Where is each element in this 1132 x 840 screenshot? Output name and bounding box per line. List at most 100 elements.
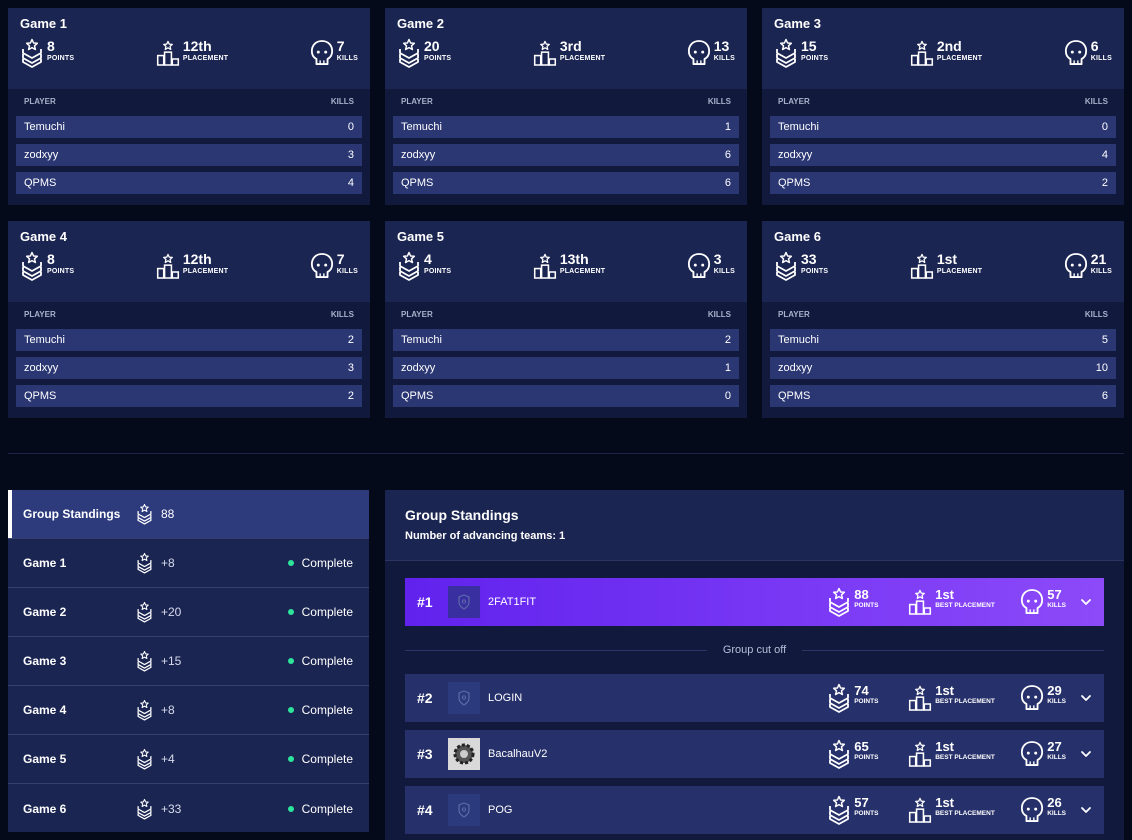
points-stat-label: POINTS (424, 268, 452, 275)
team-best-placement-text: 1st BEST PLACEMENT (935, 683, 995, 705)
placement-stat: 12th PLACEMENT (156, 251, 228, 291)
team-points-label: POINTS (854, 698, 879, 705)
status-dot-icon (287, 756, 294, 762)
status-dot-icon (287, 609, 294, 615)
points-icon (136, 797, 153, 821)
table-row: Temuchi 0 (770, 116, 1116, 138)
player-name: QPMS (401, 390, 434, 402)
team-kills-label: KILLS (1047, 602, 1066, 609)
team-kills-label: KILLS (1047, 754, 1066, 761)
team-row[interactable]: #4 POG 57 POINTS 1st BEST PLACEMENT 26 KILLS (405, 786, 1104, 834)
team-stats: 74 POINTS 1st BEST PLACEMENT 29 KILLS (827, 674, 1092, 722)
sidebar-item-game[interactable]: Game 6 +33 Complete (8, 784, 369, 833)
table-row: zodxyy 1 (393, 357, 739, 379)
status-indicator: Complete (287, 752, 353, 766)
player-name: QPMS (401, 177, 434, 189)
points-stat-label: POINTS (801, 55, 829, 62)
sidebar-item-label: Game 2 (23, 605, 67, 619)
team-points-value: 74 (854, 683, 869, 698)
col-player-header: PLAYER (24, 97, 56, 106)
placement-stat-text: 2nd PLACEMENT (937, 38, 982, 62)
game-card: Game 2 20 POINTS 3rd PLACEMENT 13 KILLS PLAYER K… (385, 8, 747, 205)
sidebar-item-game[interactable]: Game 1 +8 Complete (8, 539, 369, 588)
game-card-header: Game 4 8 POINTS 12th PLACEMENT 7 KILLS (8, 221, 370, 302)
points-icon (827, 795, 851, 825)
placement-stat-text: 12th PLACEMENT (183, 38, 228, 62)
player-name: QPMS (778, 390, 811, 402)
placement-stat-label: PLACEMENT (182, 55, 229, 62)
kills-stat-text: 3 KILLS (714, 251, 735, 275)
team-points: 65 POINTS (827, 739, 908, 769)
player-name: QPMS (778, 177, 811, 189)
team-stats: 57 POINTS 1st BEST PLACEMENT 26 KILLS (827, 786, 1092, 834)
table-row: QPMS 0 (393, 385, 739, 407)
team-points-text: 65 POINTS (854, 739, 878, 761)
placement-stat-value: 12th (182, 251, 212, 267)
sidebar-item-points: 88 (161, 507, 175, 521)
team-rank: #2 (417, 690, 433, 706)
skull-icon (687, 38, 711, 68)
group-cutoff-divider: Group cut off (405, 642, 1105, 658)
sidebar-item-group-standings[interactable]: Group Standings 88 (8, 490, 369, 539)
team-best-placement-label: BEST PLACEMENT (935, 754, 995, 761)
skull-icon (1064, 38, 1088, 68)
player-kills: 0 (724, 390, 731, 402)
kills-stat-text: 7 KILLS (337, 251, 358, 275)
team-kills-value: 26 (1047, 795, 1062, 810)
points-stat-text: 33 POINTS (801, 251, 828, 275)
sidebar-item-game[interactable]: Game 3 +15 Complete (8, 637, 369, 686)
team-best-placement: 1st BEST PLACEMENT (908, 739, 1020, 769)
placement-icon (533, 251, 557, 281)
placement-stat: 1st PLACEMENT (910, 251, 982, 291)
sidebar-item-game[interactable]: Game 4 +8 Complete (8, 686, 369, 735)
col-kills-header: KILLS (1084, 310, 1108, 319)
team-points: 57 POINTS (827, 795, 908, 825)
skull-icon (1064, 251, 1088, 281)
team-name: BacalhauV2 (488, 748, 548, 760)
player-kills: 6 (724, 177, 731, 189)
table-row: zodxyy 10 (770, 357, 1116, 379)
chevron-down-icon[interactable] (1080, 692, 1092, 704)
cutoff-label: Group cut off (722, 644, 787, 656)
points-icon (20, 38, 44, 68)
chevron-down-icon[interactable] (1080, 804, 1092, 816)
status-dot-icon (287, 560, 294, 566)
player-kills: 1 (724, 362, 731, 374)
placement-stat: 13th PLACEMENT (533, 251, 605, 291)
placement-icon (908, 587, 932, 617)
team-kills: 57 KILLS (1020, 587, 1066, 617)
placement-stat-value: 1st (936, 251, 958, 267)
placement-stat: 12th PLACEMENT (156, 38, 228, 78)
team-row[interactable]: #3 BacalhauV2 65 POINTS 1st BEST PLACEMENT 27 K… (405, 730, 1104, 778)
shield-icon (454, 688, 474, 708)
points-stat-value: 8 (47, 38, 55, 54)
team-kills: 27 KILLS (1020, 739, 1066, 769)
game-card-header: Game 6 33 POINTS 1st PLACEMENT 21 KILLS (762, 221, 1124, 302)
table-row: Temuchi 2 (393, 329, 739, 351)
kills-stat-text: 7 KILLS (337, 38, 358, 62)
points-icon (397, 38, 421, 68)
chevron-down-icon[interactable] (1080, 748, 1092, 760)
placement-icon (156, 38, 180, 68)
player-name: QPMS (24, 390, 57, 402)
team-best-placement-text: 1st BEST PLACEMENT (935, 739, 995, 761)
placement-stat-value: 3rd (559, 38, 582, 54)
placement-icon (533, 38, 557, 68)
kills-stat: 21 KILLS (1064, 251, 1112, 291)
points-icon (827, 683, 851, 713)
kills-stat-label: KILLS (713, 55, 735, 62)
team-row[interactable]: #2 LOGIN 74 POINTS 1st BEST PLACEMENT 29 KILLS (405, 674, 1104, 722)
skull-icon (310, 251, 334, 281)
team-row[interactable]: #1 2FAT1FIT 88 POINTS 1st BEST PLACEMENT 57 KIL… (405, 578, 1104, 626)
sidebar-item-game[interactable]: Game 2 +20 Complete (8, 588, 369, 637)
table-row: QPMS 2 (770, 172, 1116, 194)
points-stat: 15 POINTS (774, 38, 828, 78)
game-card: Game 5 4 POINTS 13th PLACEMENT 3 KILLS PLAYER KI… (385, 221, 747, 418)
chevron-down-icon[interactable] (1080, 596, 1092, 608)
points-icon (774, 251, 798, 281)
player-kills-table: PLAYER KILLS Temuchi 0 zodxyy 3 QPMS 4 (8, 89, 370, 205)
sidebar-item-game[interactable]: Game 5 +4 Complete (8, 735, 369, 784)
player-name: Temuchi (24, 121, 65, 133)
placement-icon (156, 251, 180, 281)
points-stat-value: 15 (801, 38, 817, 54)
